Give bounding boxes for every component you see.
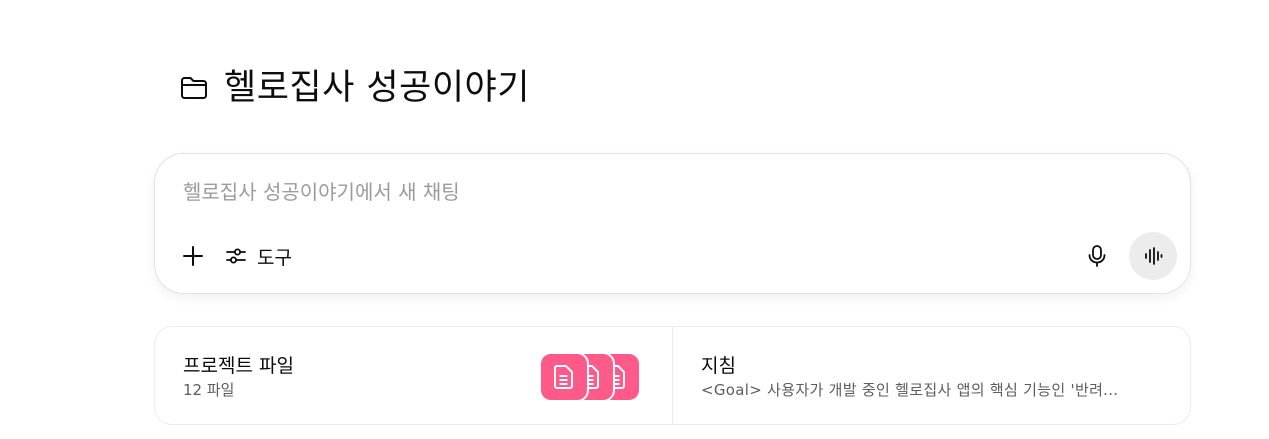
sliders-icon [226,248,246,264]
new-chat-input[interactable] [183,176,1083,208]
file-thumbnail [539,352,589,402]
chat-composer: 도구 [154,153,1191,294]
file-thumbnail-stack [539,352,643,402]
project-cards: 프로젝트 파일 12 파일 지침 <Goal> 사용자가 개발 중인 헬로집사 … [154,326,1191,425]
project-files-count: 12 파일 [183,381,235,399]
project-files-card[interactable]: 프로젝트 파일 12 파일 [155,327,673,424]
instructions-title: 지침 [701,355,736,377]
document-icon [554,365,573,389]
project-title: 헬로집사 성공이야기 [224,68,530,108]
project-files-title: 프로젝트 파일 [183,355,294,377]
voice-waveform-icon [1145,247,1163,265]
project-page: 헬로집사 성공이야기 도구 [0,0,1269,439]
instructions-preview: <Goal> 사용자가 개발 중인 헬로집사 앱의 핵심 기능인 '반려... [701,381,1119,399]
project-header: 헬로집사 성공이야기 [178,64,530,112]
tools-label: 도구 [257,246,292,269]
dictate-button[interactable] [1081,240,1113,272]
voice-mode-button[interactable] [1129,232,1177,280]
folder-icon [178,72,210,104]
instructions-card[interactable]: 지침 <Goal> 사용자가 개발 중인 헬로집사 앱의 핵심 기능인 '반려.… [673,327,1190,424]
add-attachment-button[interactable] [177,240,209,272]
microphone-icon [1088,245,1106,267]
tools-button[interactable]: 도구 [225,240,292,272]
plus-icon [183,246,203,266]
